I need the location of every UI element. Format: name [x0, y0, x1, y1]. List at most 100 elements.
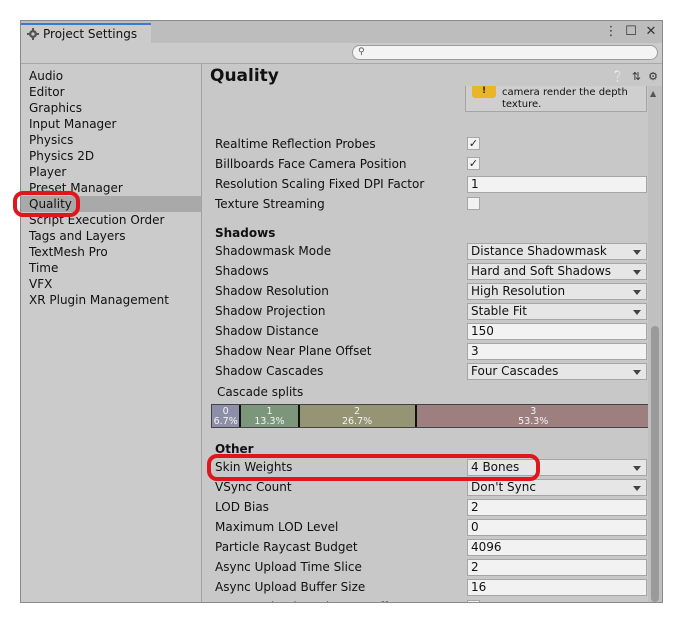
- maximize-icon[interactable]: ☐: [624, 24, 638, 39]
- setting-label: Async Upload Buffer Size: [215, 580, 366, 594]
- vsync-count-dropdown[interactable]: Don't Sync: [467, 479, 647, 496]
- sidebar-item-time[interactable]: Time: [21, 260, 201, 276]
- setting-row-texture-streaming: Texture Streaming: [215, 195, 635, 215]
- shadow-projection-dropdown[interactable]: Stable Fit: [467, 303, 647, 320]
- realtime-reflection-probes-checkbox[interactable]: ✓: [467, 137, 480, 150]
- title-bar: Project Settings ⋮ ☐ ✕: [21, 21, 662, 43]
- search-input[interactable]: ⚲: [352, 45, 658, 60]
- more-options-icon[interactable]: ⋮: [604, 24, 618, 39]
- setting-row-shadow-projection: Shadow Projection Stable Fit: [215, 302, 647, 322]
- setting-label: Shadowmask Mode: [215, 244, 332, 258]
- warning-icon: [472, 85, 496, 98]
- cascade-percent: 13.3%: [254, 416, 285, 427]
- sidebar-item-graphics[interactable]: Graphics: [21, 100, 201, 116]
- sidebar-item-vfx[interactable]: VFX: [21, 276, 201, 292]
- dropdown-value: Hard and Soft Shadows: [471, 264, 612, 278]
- chevron-down-icon: [633, 310, 641, 315]
- shadow-distance-field[interactable]: 150: [467, 323, 647, 340]
- async-upload-buffer-size-field[interactable]: 16: [467, 579, 647, 596]
- tab-title: Project Settings: [43, 27, 138, 41]
- maximum-lod-level-field[interactable]: 0: [467, 519, 647, 536]
- setting-row-resolution-scaling-fixed-dpi-factor: Resolution Scaling Fixed DPI Factor 1: [215, 175, 647, 195]
- dropdown-value: High Resolution: [471, 284, 566, 298]
- cascade-split-3[interactable]: 3 53.3%: [416, 405, 650, 427]
- sidebar-item-xr-plugin-management[interactable]: XR Plugin Management: [21, 292, 201, 308]
- cascade-split-2[interactable]: 2 26.7%: [299, 405, 417, 427]
- tab-project-settings[interactable]: Project Settings: [21, 23, 151, 43]
- sidebar-item-textmesh-pro[interactable]: TextMesh Pro: [21, 244, 201, 260]
- async-upload-time-slice-field[interactable]: 2: [467, 559, 647, 576]
- shadowmask-mode-dropdown[interactable]: Distance Shadowmask: [467, 243, 647, 260]
- setting-row-lod-bias: LOD Bias 2: [215, 498, 647, 518]
- cascade-splits-bar[interactable]: 0 6.7% 1 13.3% 2 26.7% 3 53.3%: [211, 404, 651, 428]
- chevron-down-icon: [633, 370, 641, 375]
- sidebar-item-tags-and-layers[interactable]: Tags and Layers: [21, 228, 201, 244]
- dropdown-value: Four Cascades: [471, 364, 559, 378]
- async-upload-persistent-buffer-checkbox[interactable]: ✓: [467, 600, 480, 602]
- setting-label: Particle Raycast Budget: [215, 540, 358, 554]
- cascade-percent: 26.7%: [341, 416, 373, 427]
- header-icons: ❔ ⇅ ⚙: [611, 70, 658, 83]
- sidebar-list: Audio Editor Graphics Input Manager Physics P…: [21, 64, 201, 308]
- setting-label: Async Upload Persistent Buffer: [215, 600, 400, 602]
- dropdown-value: Don't Sync: [471, 480, 536, 494]
- setting-label: VSync Count: [215, 480, 292, 494]
- presets-icon[interactable]: ⇅: [632, 70, 641, 83]
- shadows-header: Shadows: [215, 226, 276, 240]
- close-icon[interactable]: ✕: [644, 24, 658, 39]
- note-line-2: texture.: [502, 99, 542, 110]
- scroll-up-icon[interactable]: ▲: [650, 89, 656, 98]
- search-row: ⚲: [21, 43, 662, 64]
- sidebar-item-physics-2d[interactable]: Physics 2D: [21, 148, 201, 164]
- dropdown-value: Distance Shadowmask: [471, 244, 607, 258]
- search-icon: ⚲: [358, 47, 365, 57]
- project-settings-window: Project Settings ⋮ ☐ ✕ ⚲ Audio Editor Grap…: [20, 20, 663, 603]
- sidebar-item-player[interactable]: Player: [21, 164, 201, 180]
- window-controls: ⋮ ☐ ✕: [604, 24, 658, 39]
- setting-label: Maximum LOD Level: [215, 520, 339, 534]
- cascade-split-1[interactable]: 1 13.3%: [241, 405, 300, 427]
- sidebar-item-audio[interactable]: Audio: [21, 68, 201, 84]
- setting-label: LOD Bias: [215, 500, 269, 514]
- billboards-face-camera-position-checkbox[interactable]: ✓: [467, 157, 480, 170]
- setting-label: Shadow Near Plane Offset: [215, 344, 372, 358]
- chevron-down-icon: [633, 290, 641, 295]
- warning-note: camera render the depth texture.: [465, 85, 647, 112]
- setting-label: Shadow Projection: [215, 304, 326, 318]
- shadows-dropdown[interactable]: Hard and Soft Shadows: [467, 263, 647, 280]
- help-icon[interactable]: ❔: [611, 70, 625, 83]
- setting-label: Billboards Face Camera Position: [215, 157, 407, 171]
- setting-row-maximum-lod-level: Maximum LOD Level 0: [215, 518, 647, 538]
- setting-row-shadow-distance: Shadow Distance 150: [215, 322, 647, 342]
- settings-gear-icon[interactable]: ⚙: [648, 70, 658, 83]
- cascade-splits-label: Cascade splits: [217, 385, 304, 399]
- lod-bias-field[interactable]: 2: [467, 499, 647, 516]
- gear-icon: [27, 28, 39, 40]
- setting-label: Shadow Cascades: [215, 364, 324, 378]
- chevron-down-icon: [633, 486, 641, 491]
- vertical-scrollbar[interactable]: ▲: [648, 86, 662, 602]
- sidebar-item-physics[interactable]: Physics: [21, 132, 201, 148]
- note-line-1: camera render the depth: [502, 87, 628, 98]
- quality-highlight-annotation: [13, 191, 80, 217]
- shadow-cascades-dropdown[interactable]: Four Cascades: [467, 363, 647, 380]
- chevron-down-icon: [633, 466, 641, 471]
- dropdown-value: Stable Fit: [471, 304, 527, 318]
- resolution-scaling-fixed-dpi-factor-field[interactable]: 1: [467, 176, 647, 193]
- shadow-resolution-dropdown[interactable]: High Resolution: [467, 283, 647, 300]
- sidebar-item-input-manager[interactable]: Input Manager: [21, 116, 201, 132]
- texture-streaming-checkbox[interactable]: [467, 197, 480, 210]
- setting-label: Shadow Resolution: [215, 284, 329, 298]
- sidebar-item-editor[interactable]: Editor: [21, 84, 201, 100]
- scrollbar-thumb[interactable]: [651, 326, 659, 602]
- particle-raycast-budget-field[interactable]: 4096: [467, 539, 647, 556]
- cascade-split-0[interactable]: 0 6.7%: [212, 405, 242, 427]
- setting-row-realtime-reflection-probes: Realtime Reflection Probes ✓: [215, 135, 635, 155]
- setting-label: Shadows: [215, 264, 269, 278]
- shadow-near-plane-offset-field[interactable]: 3: [467, 343, 647, 360]
- quality-panel: Quality ❔ ⇅ ⚙ camera render the depth te…: [202, 64, 662, 602]
- setting-label: Realtime Reflection Probes: [215, 137, 376, 151]
- setting-label: Resolution Scaling Fixed DPI Factor: [215, 177, 425, 191]
- setting-label: Async Upload Time Slice: [215, 560, 362, 574]
- setting-row-vsync-count: VSync Count Don't Sync: [215, 478, 647, 498]
